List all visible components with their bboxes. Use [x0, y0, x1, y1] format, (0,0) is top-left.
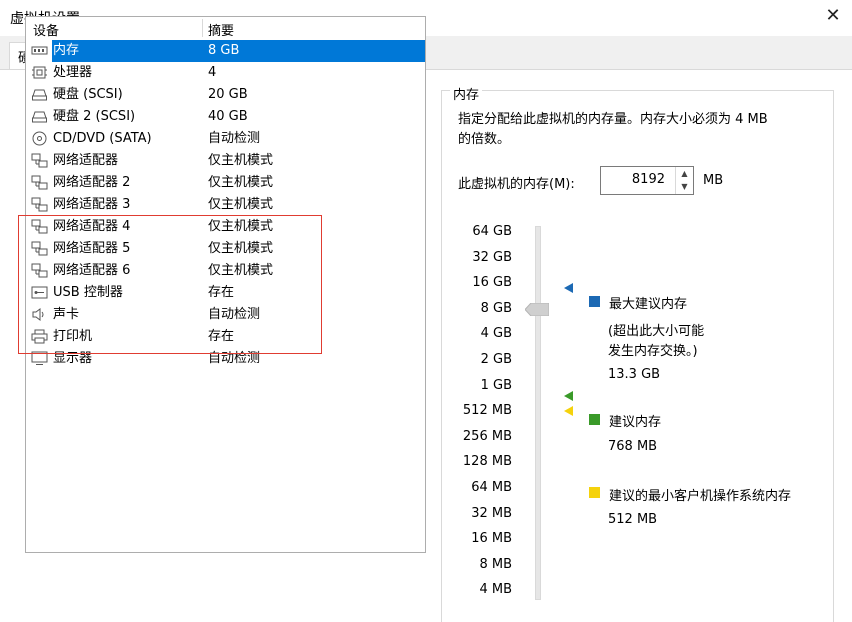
device-row[interactable]: 硬盘 (SCSI) 20 GB [26, 84, 425, 106]
memory-unit: MB [703, 173, 724, 188]
hard-disk-icon [31, 109, 48, 124]
memory-group-title: 内存 [450, 84, 483, 103]
scale-tick-label: 16 GB [472, 275, 512, 291]
memory-input[interactable]: 8192 [632, 172, 665, 187]
memory-stepper[interactable]: 8192 ▲ ▼ [600, 166, 694, 195]
device-summary: 仅主机模式 [208, 197, 274, 212]
scale-tick-label: 8 GB [480, 300, 512, 316]
scale-tick-label: 256 MB [462, 428, 512, 444]
max-legend-swatch [589, 296, 600, 307]
device-summary: 20 GB [208, 87, 248, 102]
device-summary: 仅主机模式 [208, 153, 274, 168]
max-recommended-marker [564, 283, 573, 293]
rec-legend-value: 768 MB [608, 439, 658, 454]
scale-tick-label: 128 MB [462, 454, 512, 470]
scale-tick-label: 64 GB [472, 224, 512, 239]
min-recommended-marker [564, 406, 573, 416]
device-row[interactable]: 网络适配器 3 仅主机模式 [26, 194, 425, 216]
device-summary: 4 [208, 65, 217, 80]
device-name: 处理器 [53, 65, 93, 80]
min-legend-value: 512 MB [608, 512, 658, 527]
max-legend-note-line2: 发生内存交换。) [608, 344, 698, 359]
scale-tick-label: 16 MB [471, 531, 512, 547]
scale-tick-label: 64 MB [471, 480, 512, 495]
rec-legend-swatch [589, 414, 600, 425]
device-row[interactable]: 网络适配器 2 仅主机模式 [26, 172, 425, 194]
device-name: CD/DVD (SATA) [53, 131, 152, 146]
scale-tick-label: 32 GB [472, 249, 512, 265]
memory-field-label: 此虚拟机的内存(M): [458, 177, 575, 192]
device-name: 内存 [52, 40, 203, 62]
memory-slider-thumb[interactable] [525, 303, 549, 316]
network-adapter-icon [31, 153, 48, 168]
max-legend-value: 13.3 GB [608, 367, 661, 382]
scale-tick-label: 8 MB [479, 556, 512, 572]
device-name: 硬盘 (SCSI) [53, 87, 123, 102]
cd-icon [31, 131, 48, 146]
device-row[interactable]: 内存 8 GB [26, 40, 425, 62]
scale-tick-label: 512 MB [462, 403, 512, 419]
min-legend-swatch [589, 487, 600, 498]
hard-disk-icon [31, 87, 48, 102]
device-summary: 8 GB [203, 40, 425, 62]
stepper-up-icon[interactable]: ▲ [676, 167, 693, 180]
column-header-summary[interactable]: 摘要 [208, 20, 234, 39]
min-legend-title: 建议的最小客户机操作系统内存 [609, 489, 792, 504]
device-row[interactable]: CD/DVD (SATA) 自动检测 [26, 128, 425, 150]
highlight-box [18, 215, 322, 354]
scale-tick-label: 1 GB [480, 377, 512, 393]
device-name: 硬盘 2 (SCSI) [53, 109, 136, 124]
scale-tick-label: 32 MB [471, 505, 512, 521]
network-adapter-icon [31, 197, 48, 212]
scale-tick-label: 4 MB [479, 582, 512, 598]
memory-description: 指定分配给此虚拟机的内存量。内存大小必须为 4 MB 的倍数。 [458, 110, 828, 150]
device-row[interactable]: 处理器 4 [26, 62, 425, 84]
cpu-icon [31, 65, 48, 80]
memory-description-line2: 的倍数。 [458, 132, 511, 147]
scale-tick-label: 4 GB [480, 326, 512, 342]
device-row[interactable]: 硬盘 2 (SCSI) 40 GB [26, 106, 425, 128]
max-legend-note-line1: (超出此大小可能 [608, 324, 705, 339]
device-row[interactable]: 网络适配器 仅主机模式 [26, 150, 425, 172]
column-header-device[interactable]: 设备 [33, 20, 59, 39]
max-legend-title: 最大建议内存 [609, 297, 688, 312]
rec-legend-title: 建议内存 [609, 415, 662, 430]
network-adapter-icon [31, 175, 48, 190]
device-list-header: 设备 摘要 [26, 17, 425, 39]
device-summary: 仅主机模式 [208, 175, 274, 190]
device-name: 网络适配器 2 [53, 175, 131, 190]
device-name: 网络适配器 3 [53, 197, 131, 212]
memory-icon [31, 43, 48, 58]
memory-description-line1: 指定分配给此虚拟机的内存量。内存大小必须为 4 MB [458, 112, 768, 127]
column-divider [202, 19, 203, 37]
recommended-marker [564, 391, 573, 401]
scale-tick-label: 2 GB [480, 352, 512, 367]
device-name: 网络适配器 [53, 153, 119, 168]
stepper-buttons: ▲ ▼ [675, 167, 693, 194]
memory-slider-track[interactable] [535, 226, 541, 600]
device-summary: 40 GB [208, 109, 248, 124]
device-summary: 自动检测 [208, 131, 261, 146]
stepper-down-icon[interactable]: ▼ [676, 180, 693, 193]
close-icon[interactable]: ✕ [822, 4, 844, 28]
